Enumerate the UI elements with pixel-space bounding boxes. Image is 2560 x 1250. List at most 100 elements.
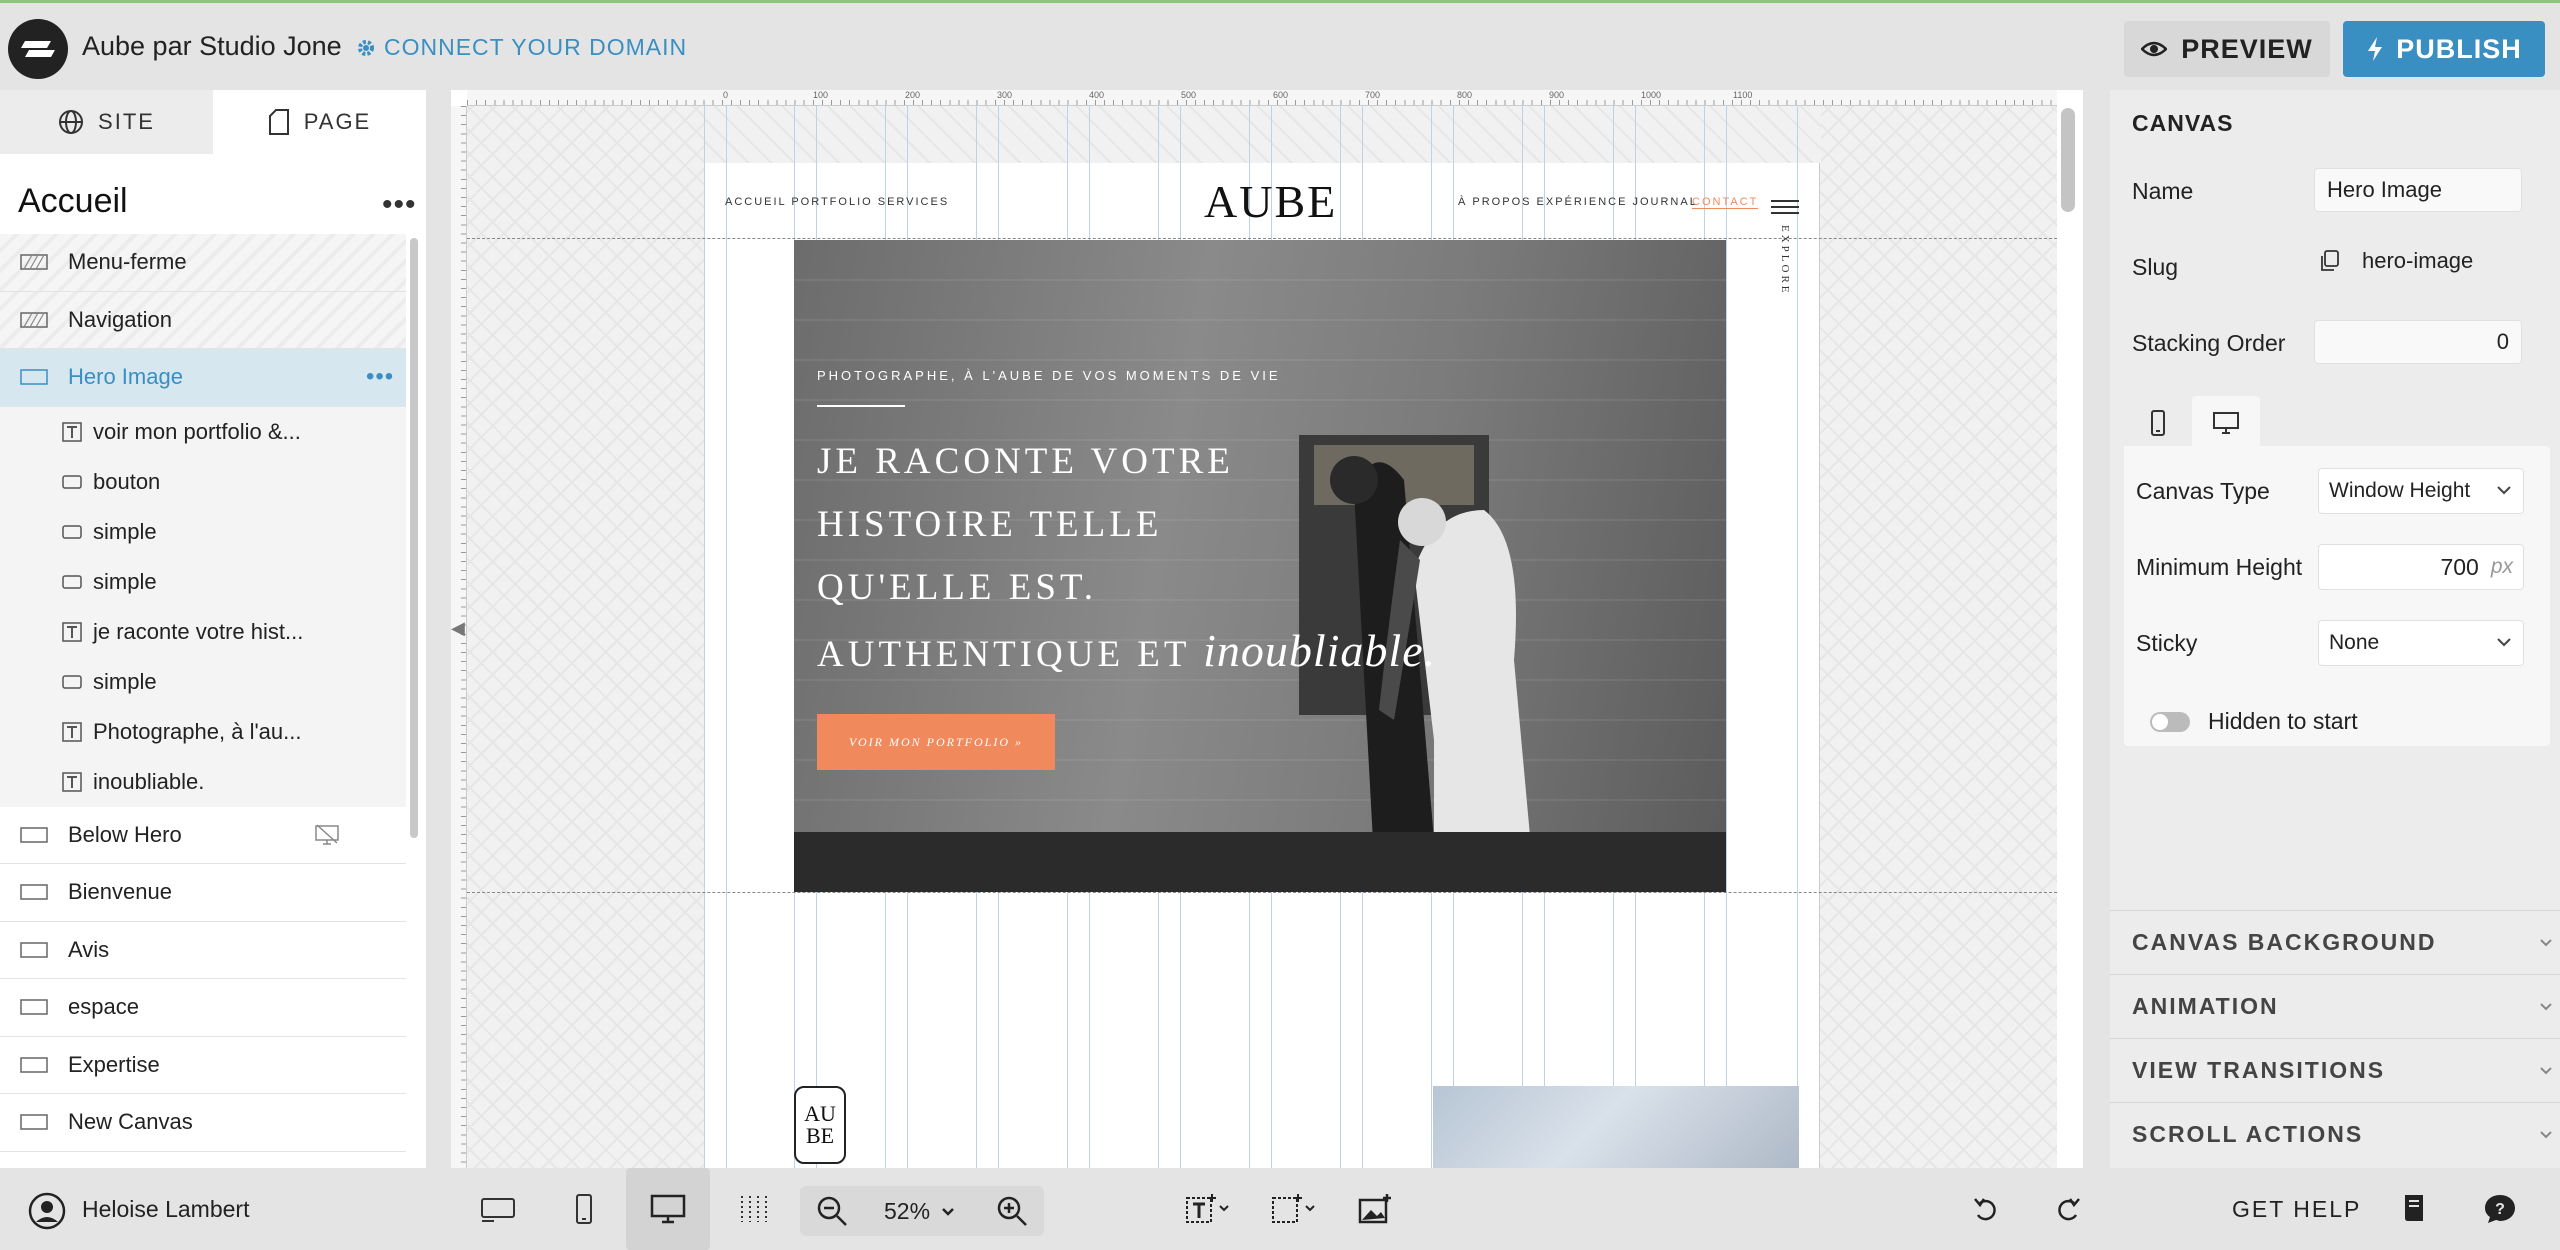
- chevron-down-icon: [2497, 638, 2511, 647]
- name-label: Name: [2132, 178, 2194, 204]
- stacking-order-field[interactable]: 0: [2314, 320, 2522, 364]
- tab-desktop[interactable]: [2192, 396, 2260, 450]
- top-bar: Aube par Studio Jone CONNECT YOUR DOMAIN…: [0, 0, 2560, 90]
- layer-label: Menu-ferme: [68, 249, 187, 275]
- tab-mobile[interactable]: [2124, 396, 2192, 450]
- section-canvas-background[interactable]: CANVAS BACKGROUND: [2110, 910, 2560, 974]
- canvas-type-select[interactable]: Window Height: [2318, 468, 2524, 514]
- grid-toggle-button[interactable]: [730, 1186, 778, 1232]
- layer-label: New Canvas: [68, 1109, 193, 1135]
- ruler-horizontal: 0 100 200 300 400 500 600 700 800 900 10…: [467, 90, 2057, 106]
- site-title: Aube par Studio Jone: [82, 31, 342, 61]
- tab-site[interactable]: SITE: [0, 90, 213, 154]
- layer-navigation[interactable]: Navigation: [0, 291, 406, 349]
- user-name: Heloise Lambert: [82, 1196, 250, 1222]
- layer-bouton[interactable]: bouton: [0, 456, 406, 507]
- connect-domain-link[interactable]: CONNECT YOUR DOMAIN: [356, 34, 687, 61]
- layer-simple[interactable]: simple: [0, 506, 406, 557]
- preview-button[interactable]: PREVIEW: [2124, 21, 2330, 77]
- chat-support-button[interactable]: ?: [2476, 1186, 2524, 1232]
- layer-more-button[interactable]: •••: [366, 363, 394, 391]
- page-more-button[interactable]: •••: [382, 188, 417, 222]
- section-animation[interactable]: ANIMATION: [2110, 974, 2560, 1038]
- layer-label: simple: [93, 568, 157, 594]
- tab-site-label: SITE: [98, 109, 155, 134]
- layer-below-hero[interactable]: Below Hero: [0, 807, 406, 864]
- hamburger-icon[interactable]: [1771, 200, 1799, 214]
- get-help-link[interactable]: GET HELP: [2232, 1196, 2361, 1223]
- layer-simple[interactable]: simple: [0, 556, 406, 607]
- tablet-view-button[interactable]: [474, 1186, 522, 1232]
- layer-voir-portfolio-text[interactable]: voir mon portfolio &...: [0, 406, 406, 457]
- hero-headline[interactable]: JE RACONTE VOTRE HISTOIRE TELLE QU'ELLE …: [817, 430, 1467, 686]
- design-canvas[interactable]: 0 100 200 300 400 500 600 700 800 900 10…: [451, 90, 2083, 1168]
- layer-simple[interactable]: simple: [0, 656, 406, 707]
- layer-label: Navigation: [68, 306, 172, 332]
- box-icon: [62, 674, 82, 689]
- ruler-mark: 1100: [1733, 90, 1753, 100]
- site-nav-left[interactable]: ACCUEIL PORTFOLIO SERVICES: [725, 196, 949, 208]
- layer-label: Avis: [68, 936, 110, 962]
- add-image-button[interactable]: [1352, 1186, 1400, 1232]
- layers-scrollbar[interactable]: [410, 238, 418, 838]
- hero-divider[interactable]: [817, 405, 905, 407]
- tab-page[interactable]: PAGE: [213, 90, 426, 154]
- ruler-mark: 800: [1457, 90, 1473, 100]
- section-view-transitions[interactable]: VIEW TRANSITIONS: [2110, 1038, 2560, 1102]
- site-logo[interactable]: AUBE: [1204, 175, 1337, 228]
- aube-badge[interactable]: AU BE: [794, 1086, 846, 1164]
- tab-page-label: PAGE: [303, 109, 372, 134]
- hidden-monitor-icon[interactable]: [314, 824, 340, 846]
- copy-icon[interactable]: [2320, 250, 2340, 272]
- layer-inoubliable-text[interactable]: inoubliable.: [0, 756, 406, 807]
- below-hero-photo[interactable]: [1433, 1086, 1799, 1168]
- add-text-button[interactable]: [1184, 1186, 1232, 1232]
- chevron-down-icon: [942, 1207, 954, 1216]
- connect-domain-label: CONNECT YOUR DOMAIN: [384, 34, 688, 60]
- sticky-select[interactable]: None: [2318, 620, 2524, 666]
- layer-hero-image[interactable]: Hero Image •••: [0, 349, 406, 407]
- undo-button[interactable]: [1962, 1186, 2010, 1232]
- section-scroll-actions[interactable]: SCROLL ACTIONS: [2110, 1102, 2560, 1166]
- hidden-to-start-toggle[interactable]: [2150, 712, 2190, 732]
- collapse-left-panel-arrow[interactable]: ◀: [451, 618, 465, 639]
- zoom-in-button[interactable]: [988, 1188, 1036, 1234]
- minimum-height-value: 700: [2440, 553, 2479, 580]
- chat-help-icon: ?: [2485, 1195, 2515, 1223]
- layer-expertise[interactable]: Expertise: [0, 1037, 406, 1094]
- chevron-down-icon: [2540, 939, 2552, 947]
- layer-avis[interactable]: Avis: [0, 922, 406, 979]
- user-avatar-icon[interactable]: [28, 1192, 66, 1230]
- layer-bienvenue[interactable]: Bienvenue: [0, 864, 406, 922]
- ruler-mark: 200: [905, 90, 921, 100]
- ruler-mark: 400: [1089, 90, 1105, 100]
- docs-button[interactable]: [2390, 1186, 2438, 1232]
- publish-button[interactable]: PUBLISH: [2343, 21, 2545, 77]
- layer-espace[interactable]: espace: [0, 979, 406, 1037]
- hero-kicker-text[interactable]: PHOTOGRAPHE, À L'AUBE DE VOS MOMENTS DE …: [817, 368, 1281, 383]
- inspector-title: CANVAS: [2132, 110, 2234, 136]
- name-field[interactable]: Hero Image: [2314, 168, 2522, 212]
- desktop-settings: Canvas Type Window Height Minimum Height…: [2124, 446, 2550, 746]
- mobile-view-button[interactable]: [560, 1186, 608, 1232]
- site-nav-contact[interactable]: CONTACT: [1692, 196, 1759, 209]
- layer-photographe-text[interactable]: Photographe, à l'au...: [0, 706, 406, 757]
- layer-je-raconte-text[interactable]: je raconte votre hist...: [0, 606, 406, 657]
- zoom-out-button[interactable]: [808, 1188, 856, 1234]
- layer-menu-ferme[interactable]: Menu-ferme: [0, 234, 406, 292]
- app-logo[interactable]: [8, 19, 68, 79]
- minimum-height-field[interactable]: 700 px: [2318, 544, 2524, 590]
- hero-portfolio-button[interactable]: VOIR MON PORTFOLIO »: [817, 714, 1055, 770]
- slug-value: hero-image: [2362, 248, 2474, 273]
- section-boundary-bottom: [467, 892, 2057, 893]
- redo-button[interactable]: [2044, 1186, 2092, 1232]
- add-box-button[interactable]: [1270, 1186, 1318, 1232]
- preview-label: PREVIEW: [2181, 33, 2313, 64]
- canvas-scrollbar[interactable]: [2061, 108, 2075, 212]
- zoom-select[interactable]: 52%: [884, 1198, 956, 1225]
- layer-new-canvas[interactable]: New Canvas: [0, 1094, 406, 1152]
- desktop-view-button[interactable]: [626, 1168, 710, 1250]
- site-nav-right[interactable]: À PROPOS EXPÉRIENCE JOURNAL: [1458, 196, 1698, 208]
- slug-field[interactable]: hero-image: [2320, 248, 2473, 274]
- breakpoint-tabs: [2124, 396, 2260, 450]
